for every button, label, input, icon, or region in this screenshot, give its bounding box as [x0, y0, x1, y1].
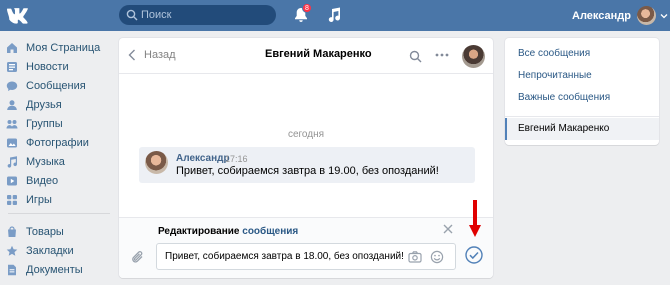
message-text: Привет, собираемся завтра в 19.00, без о…: [176, 165, 439, 177]
date-separator: сегодня: [287, 129, 325, 140]
profile-name: Александр: [572, 9, 631, 22]
camera-icon[interactable]: [408, 250, 422, 264]
sidebar-item-label: Видео: [26, 175, 59, 187]
sidebar-item-friends[interactable]: Друзья: [6, 96, 112, 114]
sidebar-item-my-page[interactable]: Моя Страница: [6, 39, 112, 57]
compose-area: Редактирование сообщения: [119, 217, 493, 278]
sidebar-divider: [8, 213, 110, 214]
message-avatar[interactable]: [145, 151, 168, 174]
groups-icon: [6, 120, 18, 129]
sidebar-item-photos[interactable]: Фотографии: [6, 134, 112, 152]
chevron-left-icon: [128, 49, 135, 61]
messages-icon: [6, 81, 18, 91]
sidebar-item-label: Сообщения: [26, 80, 86, 92]
back-button[interactable]: Назад: [128, 49, 176, 61]
sidebar-item-news[interactable]: Новости: [6, 58, 112, 76]
news-icon: [7, 62, 17, 72]
save-edit-check-icon[interactable]: [465, 246, 483, 264]
friends-icon: [7, 100, 17, 110]
notifications-badge: 8: [302, 3, 312, 13]
search-icon: [126, 9, 138, 21]
edit-mode-label: Редактирование сообщения: [158, 226, 298, 237]
chat-panel: Назад Евгений Макаренко сегодня Александ…: [119, 38, 493, 278]
panel-divider: [505, 116, 659, 117]
sidebar-item-groups[interactable]: Группы: [6, 115, 112, 133]
vk-logo-icon[interactable]: [7, 6, 29, 25]
sidebar-item-label: Группы: [26, 118, 63, 130]
sidebar-item-label: Товары: [26, 226, 64, 238]
photos-icon: [7, 138, 17, 148]
music-player-icon[interactable]: [327, 7, 341, 23]
filter-all-messages[interactable]: Все сообщения: [518, 48, 590, 59]
red-arrow-annotation-icon: [469, 200, 481, 237]
chevron-down-icon: [660, 13, 668, 18]
video-icon: [7, 176, 17, 186]
active-conversation-item[interactable]: Евгений Макаренко: [505, 118, 659, 140]
sidebar-item-music[interactable]: Музыка: [6, 153, 112, 171]
messages-filter-panel: Все сообщения Непрочитанные Важные сообщ…: [505, 38, 659, 145]
sidebar-item-messages[interactable]: Сообщения: [6, 77, 112, 95]
search-icon[interactable]: [409, 50, 422, 63]
sidebar-item-label: Новости: [26, 61, 69, 73]
contact-avatar[interactable]: [462, 45, 485, 68]
sidebar-item-documents[interactable]: Документы: [6, 261, 112, 279]
search-input[interactable]: [141, 7, 269, 23]
sidebar-item-label: Документы: [26, 264, 83, 276]
more-dots-icon[interactable]: [435, 53, 449, 57]
sidebar-item-label: Игры: [26, 194, 52, 206]
chat-header: Назад Евгений Макаренко: [119, 38, 493, 74]
avatar: [636, 6, 656, 25]
edit-mode-message-link[interactable]: сообщения: [242, 226, 298, 237]
music-icon: [7, 156, 17, 168]
home-icon: [7, 43, 17, 53]
sidebar-item-label: Фотографии: [26, 137, 89, 149]
sidebar-item-label: Закладки: [26, 245, 74, 257]
message-author[interactable]: Александр: [176, 153, 230, 164]
chat-title[interactable]: Евгений Макаренко: [265, 48, 372, 60]
message-edit-field[interactable]: [156, 243, 456, 270]
edit-mode-prefix: Редактирование: [158, 226, 240, 237]
sidebar-item-games[interactable]: Игры: [6, 191, 112, 209]
goods-icon: [8, 226, 16, 237]
paperclip-icon[interactable]: [131, 249, 145, 265]
emoji-icon[interactable]: [430, 250, 444, 264]
games-icon: [7, 195, 17, 205]
sidebar-item-label: Друзья: [26, 99, 62, 111]
filter-unread[interactable]: Непрочитанные: [518, 70, 592, 81]
bookmarks-icon: [6, 245, 18, 256]
active-conversation-label: Евгений Макаренко: [518, 123, 610, 134]
top-bar: 8 Александр: [0, 0, 670, 31]
close-icon[interactable]: [443, 224, 453, 234]
search-box[interactable]: [119, 5, 276, 25]
sidebar-item-label: Моя Страница: [26, 42, 101, 54]
sidebar-item-video[interactable]: Видео: [6, 172, 112, 190]
message-time: 17:16: [225, 154, 248, 164]
sidebar-item-bookmarks[interactable]: Закладки: [6, 242, 112, 260]
documents-icon: [8, 264, 16, 276]
message-input[interactable]: [165, 249, 405, 264]
profile-menu[interactable]: Александр: [572, 4, 668, 27]
message-item[interactable]: Александр 17:16 Привет, собираемся завтр…: [139, 147, 475, 183]
filter-important[interactable]: Важные сообщения: [518, 92, 610, 103]
back-label: Назад: [144, 49, 176, 61]
sidebar-item-goods[interactable]: Товары: [6, 223, 112, 241]
sidebar-item-label: Музыка: [26, 156, 65, 168]
